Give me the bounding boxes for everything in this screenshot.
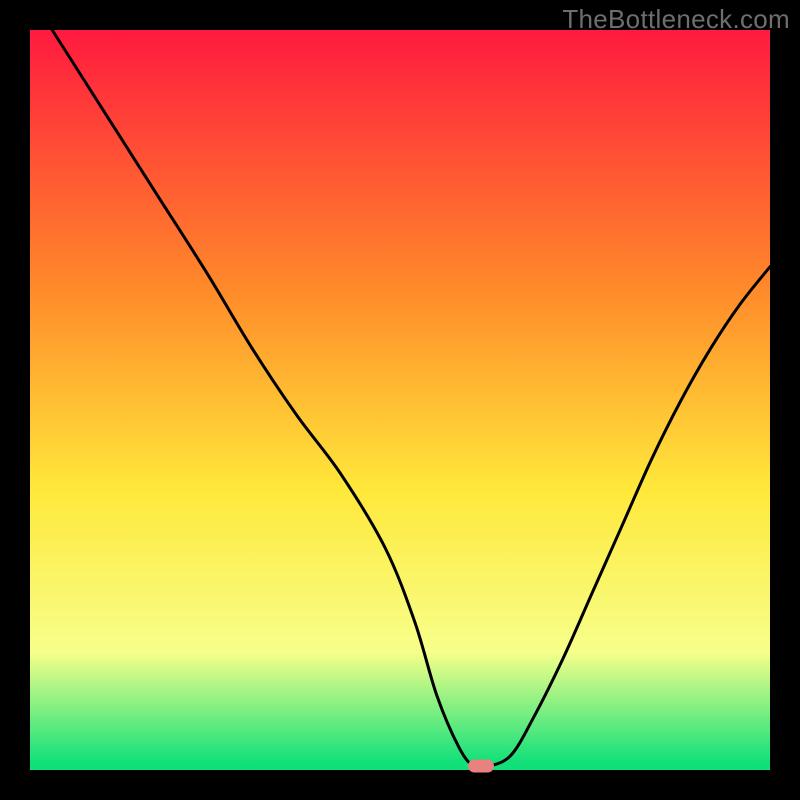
gradient-background (30, 30, 770, 770)
chart-frame: TheBottleneck.com (0, 0, 800, 800)
watermark-text: TheBottleneck.com (562, 4, 790, 35)
plot-area (30, 30, 770, 770)
chart-svg (30, 30, 770, 770)
optimal-point-marker (468, 760, 494, 773)
